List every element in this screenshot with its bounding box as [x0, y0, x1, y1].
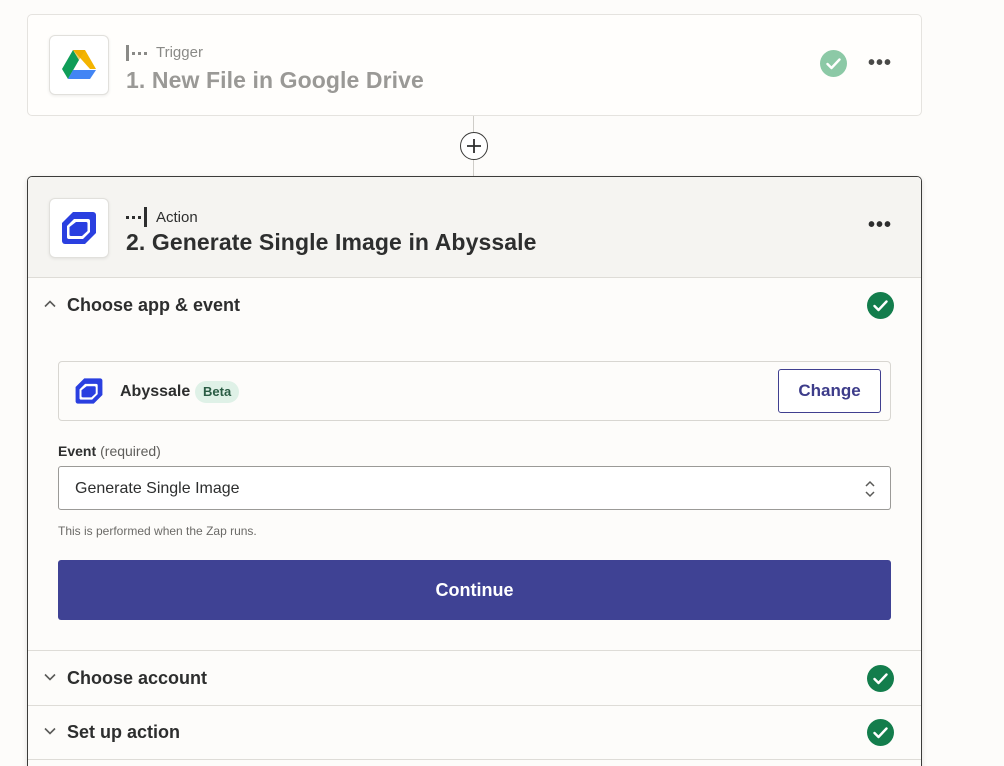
action-kind-text: Action — [156, 208, 198, 226]
action-step-header[interactable]: Action 2. Generate Single Image in Abyss… — [28, 177, 921, 278]
plus-icon — [467, 139, 481, 153]
set-up-action-complete-check-icon — [867, 719, 894, 746]
chevron-down-icon — [44, 673, 56, 681]
trigger-complete-check-icon — [820, 50, 847, 77]
action-step-icon — [126, 207, 147, 227]
action-kind-label: Action — [126, 207, 198, 227]
section-label-choose-account: Choose account — [67, 668, 208, 688]
select-updown-icon — [865, 480, 875, 498]
trigger-step-icon — [126, 44, 147, 61]
trigger-kind-label: Trigger — [126, 44, 203, 61]
trigger-more-options-icon[interactable]: ••• — [868, 53, 892, 73]
connector-line-bottom — [473, 160, 474, 176]
chevron-up-icon — [44, 300, 56, 308]
event-help-text: This is performed when the Zap runs. — [58, 524, 257, 538]
chevron-down-icon — [44, 727, 56, 735]
event-required-text: (required) — [100, 443, 161, 459]
section-divider — [28, 759, 921, 760]
add-step-button[interactable] — [460, 132, 488, 160]
trigger-step-card[interactable]: Trigger 1. New File in Google Drive ••• — [27, 14, 922, 116]
section-choose-account[interactable]: Choose account — [28, 651, 921, 705]
selected-app-box: Abyssale Beta Change — [58, 361, 891, 421]
event-select[interactable]: Generate Single Image — [58, 466, 891, 510]
google-drive-app-tile — [49, 35, 109, 95]
section-label-choose-app-event: Choose app & event — [67, 295, 241, 315]
abyssale-icon — [62, 212, 96, 244]
action-more-options-icon[interactable]: ••• — [868, 215, 892, 235]
continue-button[interactable]: Continue — [58, 560, 891, 620]
event-label-text: Event — [58, 443, 97, 459]
action-title: 2. Generate Single Image in Abyssale — [126, 229, 537, 255]
beta-badge: Beta — [195, 381, 240, 403]
google-drive-icon — [62, 50, 96, 79]
event-field-label: Event (required) — [58, 443, 161, 459]
choose-app-complete-check-icon — [867, 292, 894, 319]
abyssale-small-icon — [75, 378, 103, 404]
action-step-card: Action 2. Generate Single Image in Abyss… — [27, 176, 922, 766]
selected-app-name: Abyssale — [120, 383, 191, 400]
trigger-title: 1. New File in Google Drive — [126, 67, 424, 93]
change-app-button[interactable]: Change — [778, 369, 881, 413]
choose-account-complete-check-icon — [867, 665, 894, 692]
section-label-set-up-action: Set up action — [67, 722, 181, 742]
event-select-value: Generate Single Image — [75, 480, 240, 497]
trigger-kind-text: Trigger — [156, 44, 203, 61]
connector-line-top — [473, 116, 474, 132]
section-choose-app-event[interactable]: Choose app & event — [28, 278, 921, 332]
abyssale-app-tile — [49, 198, 109, 258]
section-set-up-action[interactable]: Set up action — [28, 705, 921, 759]
